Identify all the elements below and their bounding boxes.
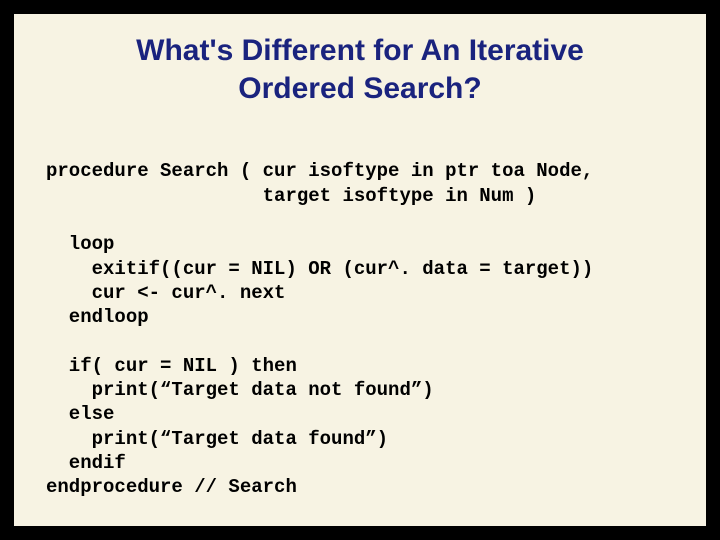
code-line: endprocedure // Search: [46, 476, 297, 498]
code-line: exitif((cur = NIL) OR (cur^. data = targ…: [46, 258, 593, 280]
code-line: endif: [46, 452, 126, 474]
code-line: print(“Target data found”): [46, 428, 388, 450]
code-line: loop: [46, 233, 114, 255]
code-line: target isoftype in Num ): [46, 185, 536, 207]
code-line: else: [46, 403, 114, 425]
title-line-2: Ordered Search?: [238, 72, 481, 105]
title-line-1: What's Different for An Iterative: [136, 34, 584, 67]
code-line: cur <- cur^. next: [46, 282, 285, 304]
slide-title: What's Different for An Iterative Ordere…: [46, 32, 674, 107]
code-line: procedure Search ( cur isoftype in ptr t…: [46, 160, 593, 182]
code-block: procedure Search ( cur isoftype in ptr t…: [46, 135, 674, 500]
code-line: if( cur = NIL ) then: [46, 355, 297, 377]
slide: What's Different for An Iterative Ordere…: [14, 14, 706, 526]
code-line: print(“Target data not found”): [46, 379, 434, 401]
code-line: endloop: [46, 306, 149, 328]
